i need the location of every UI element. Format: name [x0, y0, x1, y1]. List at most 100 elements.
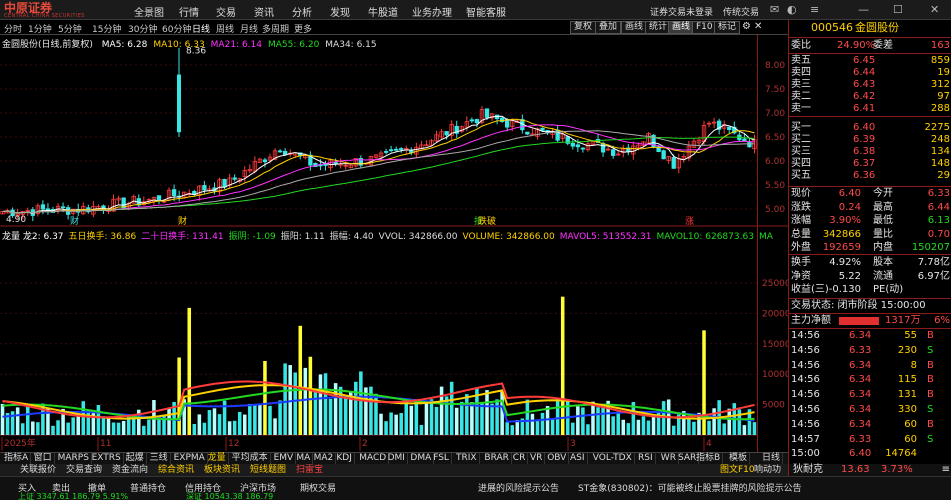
indicator-b-tab[interactable]: 指标B — [694, 453, 724, 464]
stat-row: 总量 342866 量比 0.70 — [789, 229, 951, 241]
sub-tab[interactable]: 扫雷宝 — [296, 464, 323, 476]
indicator-tab[interactable]: ASI — [568, 453, 588, 464]
volume-bar — [460, 401, 464, 435]
indicator-tab[interactable]: 窗口 — [32, 453, 55, 464]
indicator-tab[interactable]: MACD — [357, 453, 390, 464]
mail-icon[interactable]: ✉ — [770, 3, 779, 16]
tool-button[interactable]: F10 — [692, 21, 717, 34]
indicator-tab[interactable]: MARPS — [56, 453, 92, 464]
menu-item[interactable]: 资讯 — [254, 4, 274, 19]
maximize-icon[interactable]: ☐ — [893, 3, 903, 16]
minimize-icon[interactable]: — — [858, 3, 869, 16]
indicator-tab[interactable]: 三线 — [148, 453, 171, 464]
menu-item[interactable]: 智能客服 — [466, 4, 506, 19]
edition-link[interactable]: 传统交易 — [723, 5, 759, 18]
period-tab[interactable]: 5分钟 — [58, 22, 82, 35]
indicator-tab[interactable]: MA — [294, 453, 314, 464]
indicator-tab[interactable]: EMV — [272, 453, 297, 464]
indicator-tab[interactable]: BRAR — [482, 453, 512, 464]
vol-legend-item: 龙量 龙2: 6.37 — [2, 232, 64, 242]
tick-direction: B — [927, 374, 934, 386]
period-tab[interactable]: 15分钟 — [92, 22, 121, 35]
indicator-tab[interactable]: MA2 — [312, 453, 337, 464]
period-tab[interactable]: 周线 — [216, 22, 234, 35]
stat-value: -0.130 — [828, 284, 861, 296]
tool-button[interactable]: 标记 — [714, 21, 741, 34]
period-tab[interactable]: 分时 — [4, 22, 22, 35]
indicator-tab[interactable]: EXTRS — [90, 453, 124, 464]
indicator-tab[interactable]: VR — [528, 453, 546, 464]
vol-legend-item: MAVOL10: 626873.63 — [656, 232, 754, 242]
indicator-tab[interactable]: 起爆 — [124, 453, 147, 464]
event-marker: 财 — [178, 215, 187, 227]
indicator-tab[interactable]: OBV — [545, 453, 570, 464]
sub-tab[interactable]: 综合资讯 — [158, 464, 194, 476]
tool-button[interactable]: 叠加 — [595, 21, 622, 34]
volume-bar — [343, 396, 348, 435]
indicator-tab[interactable]: CR — [511, 453, 529, 464]
indicator-tab[interactable]: FSL — [431, 453, 452, 464]
tool-button[interactable]: 画线 — [621, 21, 648, 34]
period-tab[interactable]: 多周期 — [262, 22, 289, 35]
menu-item[interactable]: 业务办理 — [412, 4, 452, 19]
close-icon[interactable]: ✕ — [930, 3, 939, 16]
level-label: 买一 — [791, 122, 811, 133]
volume-bar — [177, 357, 181, 435]
status-item[interactable]: 普通持仓 — [130, 481, 166, 494]
period-tab[interactable]: 日线 — [192, 22, 210, 35]
stat-label: 今开 — [873, 188, 893, 199]
menu-item[interactable]: 交易 — [216, 4, 236, 19]
indicator-tab[interactable]: KDJ — [334, 453, 355, 464]
menu-item[interactable]: 全景图 — [134, 4, 164, 19]
indicator-tab[interactable]: RSI — [636, 453, 656, 464]
sub-tab[interactable]: 资金流向 — [112, 464, 148, 476]
sub-tab[interactable]: 交易查询 — [66, 464, 102, 476]
menu-item[interactable]: 分析 — [292, 4, 312, 19]
tick-row: 14:56 6.34 60 B — [789, 419, 951, 431]
indicator-tab[interactable]: VOL-TDX — [591, 453, 635, 464]
indicator-tab[interactable]: TRIX — [454, 453, 480, 464]
sub-tab[interactable]: 板块资讯 — [204, 464, 240, 476]
stat-label: 现价 — [791, 188, 811, 199]
indicator-tab[interactable]: 指标A — [2, 453, 32, 464]
status-item[interactable]: 期权交易 — [300, 481, 336, 494]
settings-icon[interactable]: ⚙ — [742, 21, 751, 32]
period-tab[interactable]: 30分钟 — [128, 22, 157, 35]
close-chart-icon[interactable]: ✕ — [754, 21, 762, 32]
theme-icon[interactable]: ◐ — [787, 3, 797, 16]
volume-bar — [500, 391, 504, 435]
menu-item[interactable]: 行情 — [179, 4, 199, 19]
menu-icon[interactable]: ≡ — [810, 3, 819, 16]
menu-item[interactable]: 牛股道 — [368, 4, 398, 19]
tick-price: 6.33 — [849, 344, 872, 356]
f10-tab[interactable]: 图文F10 — [720, 464, 755, 476]
period-tab[interactable]: 1分钟 — [28, 22, 52, 35]
volume-bar — [31, 421, 35, 435]
level-label: 买四 — [791, 158, 811, 169]
period-day-tab[interactable]: 日线 — [760, 453, 784, 464]
sub-tab[interactable]: 关联报价 — [20, 464, 56, 476]
kline-chart[interactable]: 8.00 7.50 7.00 6.50 6.00 5.50 5.00 25000 20000 15… — [0, 35, 788, 453]
period-tab[interactable]: 月线 — [240, 22, 258, 35]
tool-button[interactable]: 画线 — [668, 21, 695, 34]
volume-bar — [495, 399, 499, 435]
bottom-index[interactable]: 狄耐克 13.63 3.73% ≡ — [789, 464, 951, 476]
tool-button[interactable]: 复权 — [570, 21, 597, 34]
volume-bar — [263, 360, 267, 435]
menu-item[interactable]: 发现 — [330, 4, 350, 19]
volume-bar — [142, 425, 146, 435]
trade-status-link[interactable]: 证券交易未登录 — [650, 5, 713, 18]
indicator-tab[interactable]: 龙量 — [206, 453, 229, 464]
template-tab[interactable]: 模板 — [727, 453, 751, 464]
indicator-tab[interactable]: EXPMA — [172, 453, 208, 464]
period-tab[interactable]: 60分钟 — [162, 22, 191, 35]
indicator-tab[interactable]: 平均成本 — [230, 453, 271, 464]
tick-volume: 330 — [897, 404, 917, 415]
volume-bar — [81, 401, 86, 435]
stat-row: 收益(三) -0.130 PE(动) — [789, 284, 951, 296]
indicator-tab[interactable]: DMI — [386, 453, 408, 464]
period-tab[interactable]: 更多 — [294, 22, 312, 35]
volume-bar — [591, 401, 595, 435]
sub-tab[interactable]: 短线题图 — [250, 464, 286, 476]
stat-row: 净资 5.22 流通 6.97亿 — [789, 271, 951, 283]
